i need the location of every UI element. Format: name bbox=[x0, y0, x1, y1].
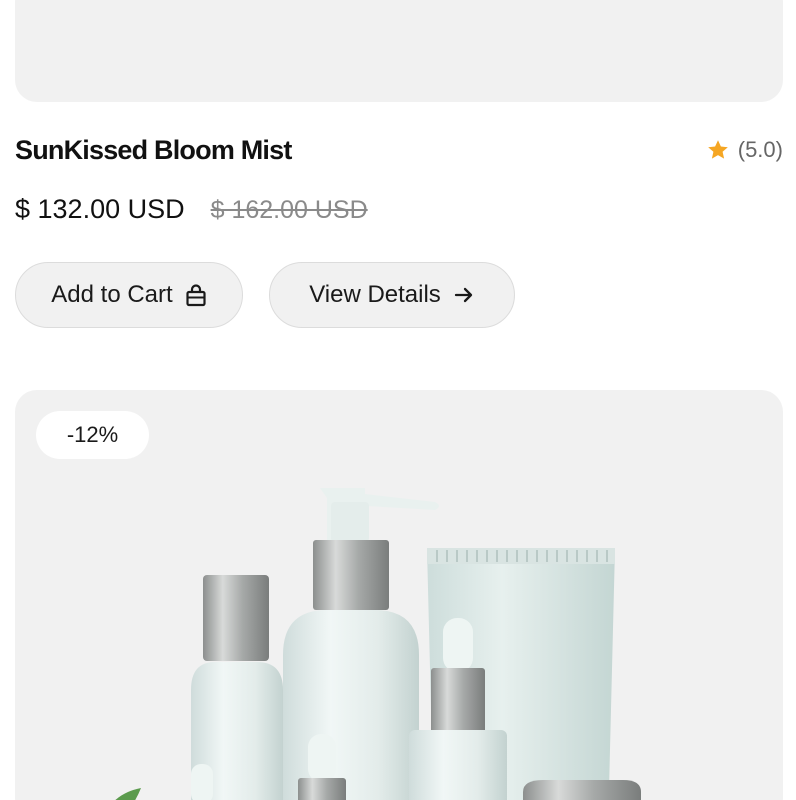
pump-bottle bbox=[283, 610, 419, 800]
rating-value: (5.0) bbox=[737, 137, 783, 162]
left-bottle-cap bbox=[203, 575, 269, 661]
price-row: $ 132.00 USD $ 162.00 USD bbox=[15, 194, 783, 234]
front-dropper-bulb bbox=[308, 734, 336, 782]
product-listing: SunKissed Bloom Mist (5.0) $ 132.00 USD … bbox=[0, 0, 796, 800]
pump-collar bbox=[313, 540, 389, 610]
next-product-card[interactable]: -12% bbox=[15, 390, 783, 800]
product-rating: (5.0) bbox=[706, 137, 783, 163]
leaf bbox=[115, 788, 141, 800]
front-dropper-collar bbox=[298, 778, 346, 800]
pump-neck bbox=[331, 502, 369, 542]
view-details-button[interactable]: View Details bbox=[269, 262, 515, 328]
current-price: $ 132.00 USD bbox=[15, 194, 185, 224]
dropper-bulb bbox=[443, 618, 473, 672]
star-icon bbox=[706, 138, 730, 162]
product-title[interactable]: SunKissed Bloom Mist bbox=[15, 135, 292, 166]
original-price: $ 162.00 USD bbox=[210, 196, 368, 224]
jar-lid bbox=[523, 780, 641, 800]
arrow-right-icon bbox=[453, 285, 475, 305]
discount-badge: -12% bbox=[36, 411, 149, 459]
shopping-bag-icon bbox=[185, 283, 207, 307]
action-buttons: Add to Cart View Details bbox=[15, 262, 783, 328]
product-image-card[interactable] bbox=[15, 0, 783, 102]
add-to-cart-label: Add to Cart bbox=[51, 281, 173, 308]
title-row: SunKissed Bloom Mist (5.0) bbox=[15, 128, 783, 172]
add-to-cart-button[interactable]: Add to Cart bbox=[15, 262, 243, 328]
left-dropper-bulb bbox=[191, 764, 213, 800]
view-details-label: View Details bbox=[309, 281, 441, 308]
product-info: SunKissed Bloom Mist (5.0) $ 132.00 USD … bbox=[15, 128, 783, 328]
dropper-collar bbox=[431, 668, 485, 734]
dropper-bottle bbox=[409, 730, 507, 800]
